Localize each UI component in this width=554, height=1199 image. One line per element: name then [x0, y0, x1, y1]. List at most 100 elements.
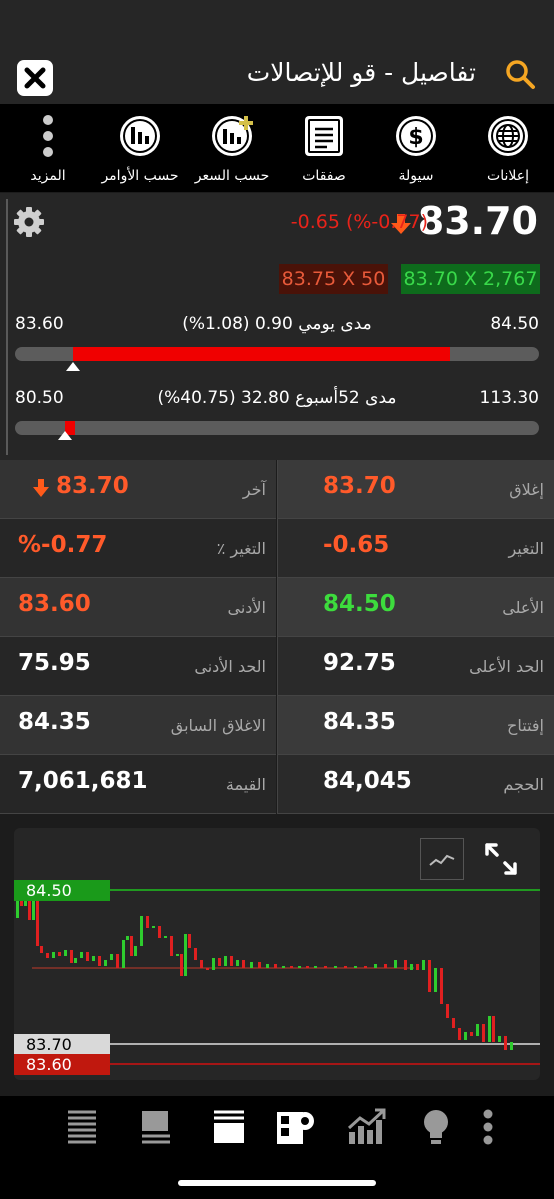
stat-cell: التغير ٪ %-0.77 [0, 519, 276, 578]
candle [488, 1016, 491, 1042]
chart-growth-icon[interactable] [347, 1108, 387, 1146]
stat-cell: إفتتاح 84.35 [277, 696, 554, 755]
document-icon [305, 116, 343, 156]
candle [64, 950, 67, 956]
candle [224, 956, 227, 966]
candle [384, 964, 387, 968]
candle [104, 960, 107, 966]
settings-panel-icon[interactable] [276, 1108, 316, 1146]
candle [458, 1028, 461, 1040]
stat-cell: آخر 83.70 [0, 460, 276, 519]
price-tag-label: 83.60 [26, 1055, 72, 1074]
toolbar-liquidity[interactable]: $ سيولة [370, 104, 462, 192]
toolbar-label: حسب السعر [194, 168, 270, 184]
candle [92, 956, 95, 961]
candle [404, 960, 407, 970]
more-icon[interactable] [478, 1108, 498, 1146]
candle [504, 1036, 507, 1050]
toolbar-trades[interactable]: صفقات [278, 104, 370, 192]
price-chart[interactable]: 84.50 83.70 83.60 [14, 828, 540, 1080]
candle [440, 968, 443, 1004]
toolbar-announcements[interactable]: إعلانات [462, 104, 554, 192]
toolbar-label: المزيد [30, 168, 66, 184]
stat-label: إغلاق [509, 480, 544, 499]
candle [52, 952, 55, 958]
chart-type-button[interactable] [420, 838, 464, 880]
candle [282, 966, 285, 968]
candle [416, 964, 419, 970]
stat-value: 84.35 [18, 709, 91, 735]
candle [492, 1016, 495, 1042]
stat-value: 84.35 [323, 709, 396, 735]
toolbar-by-price[interactable]: حسب السعر [186, 104, 278, 192]
more-vertical-icon [43, 115, 53, 157]
candle [110, 954, 113, 960]
stat-label: القيمة [225, 775, 266, 794]
bid-quote: 83.70 X 2,767 [401, 264, 540, 294]
expand-icon[interactable] [482, 840, 520, 878]
list-icon[interactable] [66, 1108, 98, 1146]
week52-range-label: مدى 52أسبوع 32.80 (40.75%) [157, 388, 397, 408]
price-tag: 83.70 [14, 1034, 110, 1055]
table-icon[interactable] [140, 1108, 172, 1146]
candle [298, 966, 301, 968]
candle [354, 966, 357, 968]
candle [510, 1042, 513, 1050]
candle [258, 962, 261, 968]
candle [410, 964, 413, 970]
toolbar-more[interactable]: المزيد [2, 104, 94, 192]
candle [452, 1018, 455, 1028]
stat-value: 84,045 [323, 768, 412, 794]
stat-value: -0.65 [323, 532, 390, 558]
daily-range-fill [72, 347, 450, 361]
line-chart-icon [429, 854, 455, 866]
candle [434, 968, 437, 992]
gear-icon[interactable] [13, 206, 45, 238]
candle [242, 960, 245, 968]
price-change: -0.65 (%-0.77) [290, 211, 428, 233]
toolbar: إعلانات $ سيولة صفقات حسب السعر حسب الأو… [0, 104, 554, 192]
daily-high: 84.50 [490, 314, 539, 334]
candle [476, 1024, 479, 1036]
candle [122, 940, 125, 968]
candle [46, 953, 49, 958]
stat-value: %-0.77 [18, 532, 108, 558]
close-button[interactable] [17, 60, 53, 96]
lightbulb-icon[interactable] [421, 1108, 451, 1146]
candle [374, 964, 377, 968]
candle [194, 948, 197, 960]
candle [146, 916, 149, 928]
svg-text:$: $ [408, 125, 423, 150]
stat-cell: الحد الأعلى 92.75 [277, 637, 554, 696]
down-arrow-icon [33, 479, 49, 497]
candle [188, 934, 191, 948]
candle [80, 952, 83, 958]
candle [394, 960, 397, 968]
header: تفاصيل - قو للإتصالات [0, 44, 554, 104]
search-icon[interactable] [504, 58, 536, 90]
candle [130, 936, 133, 956]
page-title: تفاصيل - قو للإتصالات [246, 58, 476, 87]
candle [364, 966, 367, 968]
order-book-icon[interactable] [212, 1108, 246, 1146]
dollar-icon: $ [396, 116, 436, 156]
candle [482, 1024, 485, 1042]
candle [134, 946, 137, 956]
stat-value: 83.70 [323, 473, 396, 499]
stat-cell: الأدنى 83.60 [0, 578, 276, 637]
candle [74, 958, 77, 963]
stat-value: 84.50 [323, 591, 396, 617]
bar-chart-icon [120, 116, 160, 156]
price-tag: 84.50 [14, 880, 110, 901]
stat-cell: الاغلاق السابق 84.35 [0, 696, 276, 755]
toolbar-by-orders[interactable]: حسب الأوامر [94, 104, 186, 192]
price-tag: 83.60 [14, 1054, 110, 1075]
candle [306, 966, 309, 968]
globe-icon [488, 116, 528, 156]
candle [334, 966, 337, 968]
stat-value: 83.60 [18, 591, 91, 617]
candle [126, 936, 129, 940]
candle [98, 956, 101, 966]
stat-label: التغير [508, 539, 544, 558]
candle [212, 958, 215, 970]
